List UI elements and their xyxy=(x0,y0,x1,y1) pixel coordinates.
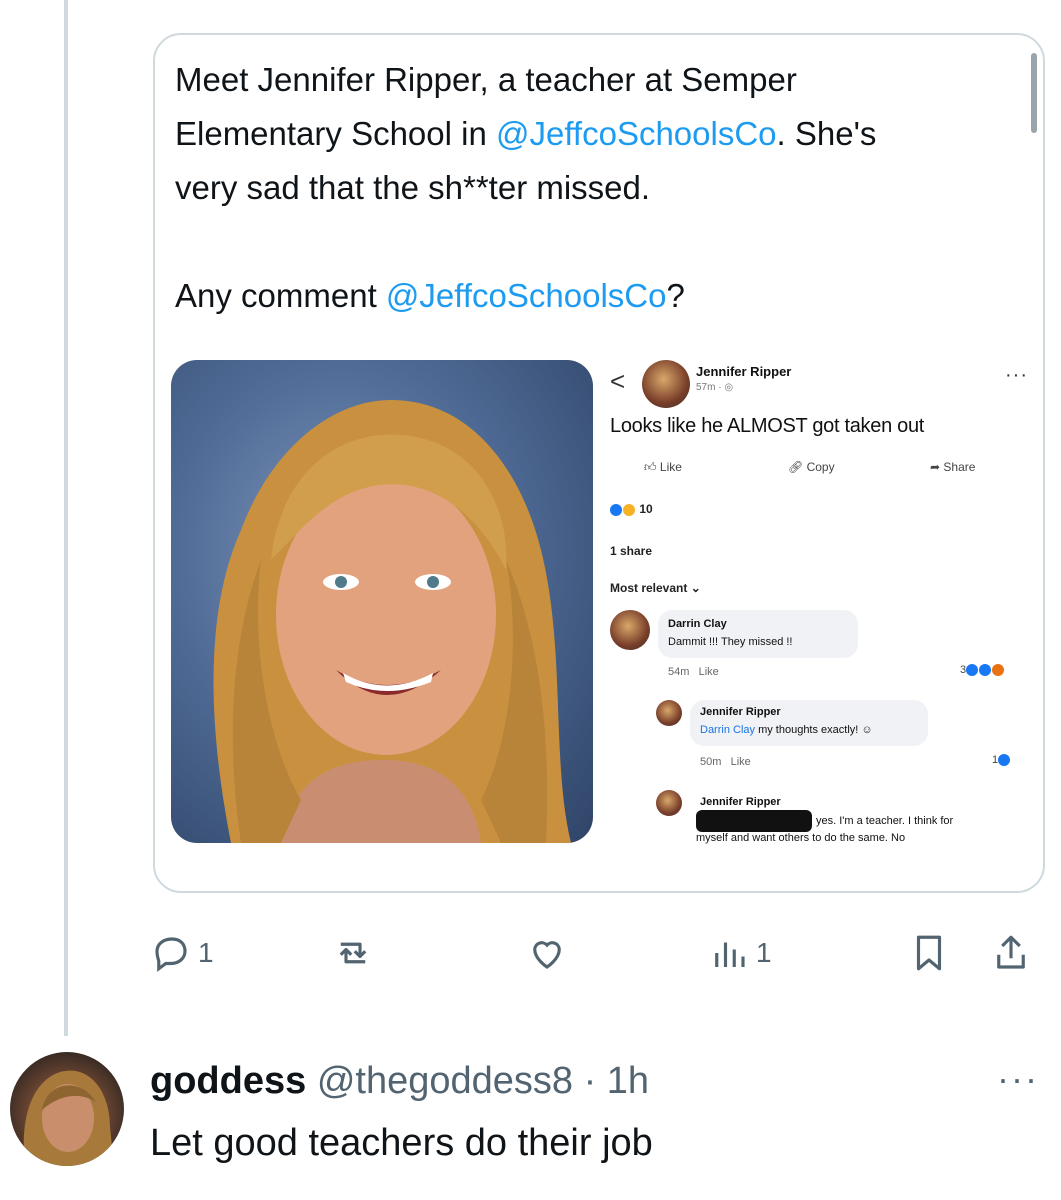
views-count: 1 xyxy=(756,937,772,968)
reply-handle[interactable]: @thegoddess8 xyxy=(317,1060,573,1102)
care-reaction-icon xyxy=(623,503,635,516)
reply-display-name[interactable]: goddess xyxy=(150,1060,306,1102)
copy-label: Copy xyxy=(806,460,835,474)
quote-line-2: Elementary School in @JeffcoSchoolsCo. S… xyxy=(175,107,1035,161)
teacher-portrait-photo[interactable] xyxy=(171,360,593,843)
comment-time: 54m xyxy=(668,666,690,678)
comment-text: Darrin Clay my thoughts exactly! ☺ xyxy=(700,724,873,736)
header-separator: · xyxy=(573,1060,607,1102)
link-icon: 🔗︎ xyxy=(788,460,804,474)
retweet-icon xyxy=(339,942,367,964)
comment-text-line2: myself and want others to do the same. N… xyxy=(696,832,905,844)
mention-link[interactable]: @JeffcoSchoolsCo xyxy=(496,115,777,152)
more-options-icon[interactable]: ··· xyxy=(997,1058,1039,1100)
bookmark-button[interactable] xyxy=(908,932,950,974)
comment-reactions: 1 xyxy=(992,754,1011,767)
angel-emoji-icon: ☺ xyxy=(861,724,873,736)
commenter-name[interactable]: Jennifer Ripper xyxy=(700,796,781,808)
redaction-mark xyxy=(696,810,812,832)
comment-text-segment: my thoughts exactly! xyxy=(755,724,859,736)
tweet-action-bar: 1 1 xyxy=(0,932,1061,982)
reply-timestamp[interactable]: 1h xyxy=(607,1060,649,1102)
comment-time: 50m xyxy=(700,756,722,768)
comment-text-segment: and want others to do the same. No xyxy=(727,832,906,844)
quoted-tweet-card[interactable]: Meet Jennifer Ripper, a teacher at Sempe… xyxy=(153,33,1045,893)
commenter-name[interactable]: Jennifer Ripper xyxy=(700,706,781,718)
like-button[interactable]: 👍︎ Like xyxy=(644,460,682,475)
reply-header: goddess @thegoddess8 · 1h xyxy=(150,1060,649,1103)
back-arrow-icon[interactable]: < xyxy=(610,366,625,397)
share-label: Share xyxy=(943,460,976,474)
quote-text-segment: Any comment xyxy=(175,277,386,314)
quote-text-segment: ? xyxy=(666,277,685,314)
commenter-avatar[interactable] xyxy=(656,700,682,726)
facebook-post-screenshot: < Jennifer Ripper 57m · ◎ ··· Looks like… xyxy=(610,360,1030,860)
quote-line-4: Any comment @JeffcoSchoolsCo? xyxy=(175,269,1035,323)
heart-icon xyxy=(533,941,561,969)
quoted-tweet-text: Meet Jennifer Ripper, a teacher at Sempe… xyxy=(175,53,1035,323)
angry-reaction-icon xyxy=(992,664,1005,677)
chevron-down-icon: ⌄ xyxy=(690,581,701,595)
portrait-illustration xyxy=(213,400,571,843)
commenter-avatar[interactable] xyxy=(610,610,650,650)
analytics-icon xyxy=(715,942,745,967)
quote-text-segment: . She's xyxy=(776,115,877,152)
commenter-avatar[interactable] xyxy=(656,790,682,816)
quote-text-segment: Elementary School in xyxy=(175,115,496,152)
reply-button[interactable]: 1 xyxy=(150,932,214,974)
comment-text-segment: myself xyxy=(696,832,728,844)
comment-sort-dropdown[interactable]: Most relevant ⌄ xyxy=(610,581,701,595)
views-button[interactable]: 1 xyxy=(708,932,772,974)
author-avatar[interactable] xyxy=(642,360,690,408)
comment-like-link[interactable]: Like xyxy=(699,666,719,678)
globe-icon: ◎ xyxy=(724,382,734,393)
quote-line-1: Meet Jennifer Ripper, a teacher at Sempe… xyxy=(175,61,797,98)
post-time-text: 57m · xyxy=(696,382,725,393)
sort-label: Most relevant xyxy=(610,581,688,595)
post-author-name[interactable]: Jennifer Ripper xyxy=(696,364,791,379)
comment-meta: 50m Like xyxy=(700,756,751,768)
like-reaction-icon xyxy=(979,664,992,677)
reaction-count: 10 xyxy=(639,502,653,516)
like-reaction-icon xyxy=(966,664,979,677)
mention-link[interactable]: @JeffcoSchoolsCo xyxy=(386,277,667,314)
avatar-illustration xyxy=(23,1070,115,1166)
post-text: Looks like he ALMOST got taken out xyxy=(610,415,925,437)
thread-connector-line xyxy=(64,0,68,1036)
share-button-tweet[interactable] xyxy=(990,932,1032,974)
retweet-button[interactable] xyxy=(332,932,374,974)
share-arrow-icon: ➦ xyxy=(930,460,941,474)
reply-icon xyxy=(155,937,187,972)
comment-reactions: 3 xyxy=(960,664,1005,677)
more-options-icon[interactable]: ··· xyxy=(1005,364,1028,387)
bookmark-icon xyxy=(916,935,942,971)
comment-meta: 54m Like xyxy=(668,666,719,678)
share-button[interactable]: ➦ Share xyxy=(930,460,975,474)
share-count[interactable]: 1 share xyxy=(610,544,652,558)
like-reaction-icon xyxy=(610,503,622,516)
reply-author-avatar[interactable] xyxy=(10,1052,124,1166)
comment-text-line1: yes. I'm a teacher. I think for xyxy=(816,815,954,827)
commenter-name[interactable]: Darrin Clay xyxy=(668,618,727,630)
reply-text: Let good teachers do their job xyxy=(150,1122,653,1164)
share-icon xyxy=(997,935,1025,969)
reaction-summary[interactable]: 10 xyxy=(610,502,653,516)
reply-count: 1 xyxy=(198,937,214,968)
thumbs-up-icon: 👍︎ xyxy=(644,460,657,474)
quote-line-3: very sad that the sh**ter missed. xyxy=(175,169,651,206)
like-reaction-icon xyxy=(998,754,1011,767)
copy-button[interactable]: 🔗︎ Copy xyxy=(788,460,835,474)
comment-like-link[interactable]: Like xyxy=(731,756,751,768)
like-label: Like xyxy=(659,460,682,474)
comment-text: Dammit !!! They missed !! xyxy=(668,636,793,648)
like-button-tweet[interactable] xyxy=(526,932,568,974)
comment-mention[interactable]: Darrin Clay xyxy=(700,724,755,736)
post-timestamp: 57m · ◎ xyxy=(696,382,733,393)
